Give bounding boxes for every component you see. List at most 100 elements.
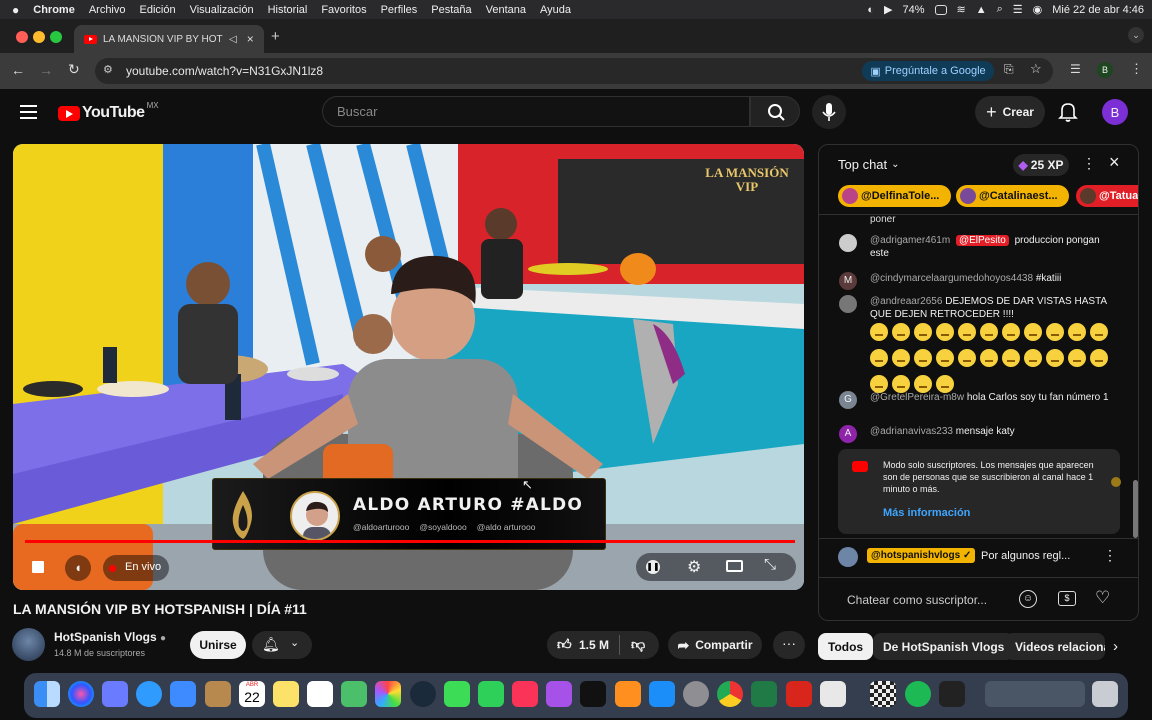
menu-ayuda[interactable]: Ayuda: [540, 4, 571, 16]
calendar-icon[interactable]: ABR 22: [239, 681, 265, 707]
chat-author[interactable]: @GretelPereira-m8w: [870, 392, 964, 403]
browser-menu-icon[interactable]: ⋮: [1130, 61, 1143, 77]
airplay-icon[interactable]: ▲: [976, 4, 987, 16]
youtube-logo[interactable]: YouTube MX: [58, 101, 159, 122]
live-progress-bar[interactable]: [25, 540, 795, 543]
safari-icon[interactable]: [136, 681, 162, 707]
pinned-user-chip[interactable]: @Tatua: [1076, 185, 1138, 207]
window-zoom-button[interactable]: [50, 31, 62, 43]
chess-icon[interactable]: [870, 681, 896, 707]
tab-search-icon[interactable]: ⌄: [1128, 27, 1144, 43]
forward-icon[interactable]: →: [39, 62, 53, 78]
piano-app-icon[interactable]: [939, 681, 965, 707]
maps-icon[interactable]: [341, 681, 367, 707]
chat-mode-dropdown[interactable]: Top chat ⌄: [838, 157, 900, 172]
create-button[interactable]: + Crear: [975, 96, 1045, 128]
chat-author[interactable]: @cindymarcelaargumedohoyos4438: [870, 273, 1033, 284]
menu-favoritos[interactable]: Favoritos: [321, 4, 366, 16]
siri-icon[interactable]: ◉: [1033, 3, 1043, 16]
xp-badge[interactable]: ◆ 25 XP: [1013, 154, 1069, 176]
window-minimize-button[interactable]: [33, 31, 45, 43]
chat-input[interactable]: Chatear como suscriptor...: [847, 593, 987, 607]
screen-recorder-icon[interactable]: [410, 681, 436, 707]
pinned-user-chip[interactable]: @DelfinaTole...: [838, 185, 951, 207]
books-icon[interactable]: [615, 681, 641, 707]
reminders-icon[interactable]: [307, 681, 333, 707]
chat-options-icon[interactable]: ⋮: [1082, 155, 1096, 172]
chip-channel[interactable]: De HotSpanish Vlogs: [873, 633, 1015, 660]
preview-icon[interactable]: [820, 681, 846, 707]
search-input[interactable]: Buscar: [322, 96, 750, 127]
chat-mention[interactable]: @ElPesito: [955, 235, 1009, 246]
creative-cloud-icon[interactable]: ◐: [867, 4, 874, 16]
search-button[interactable]: [750, 96, 800, 127]
new-tab-icon[interactable]: +: [271, 28, 280, 45]
dock-recent-windows[interactable]: [985, 681, 1085, 707]
photos-icon[interactable]: [375, 681, 401, 707]
pinned-message[interactable]: @hotspanishvlogs ✓ Por algunos regl... ⋮: [819, 538, 1138, 576]
menu-app-name[interactable]: Chrome: [33, 4, 75, 16]
fullscreen-icon[interactable]: ⤡: [764, 556, 776, 573]
menubar-clock[interactable]: Mié 22 de abr 4:46: [1052, 4, 1144, 16]
excel-icon[interactable]: [751, 681, 777, 707]
stop-icon[interactable]: [32, 561, 44, 573]
autoplay-toggle-icon[interactable]: ❚❚: [646, 560, 660, 574]
menu-edicion[interactable]: Edición: [140, 4, 176, 16]
menu-visualizacion[interactable]: Visualización: [190, 4, 254, 16]
mail-icon[interactable]: [170, 681, 196, 707]
apple-tv-icon[interactable]: [580, 681, 606, 707]
wifi-icon[interactable]: ≋: [957, 3, 966, 16]
chat-author[interactable]: @andreaar2656: [870, 296, 942, 307]
acrobat-icon[interactable]: [786, 681, 812, 707]
notifications-bell-icon[interactable]: [1058, 101, 1078, 123]
theater-mode-icon[interactable]: [726, 560, 743, 572]
chat-author[interactable]: @adrigamer461m: [870, 235, 950, 246]
finder-icon[interactable]: [34, 681, 60, 707]
pinned-options-icon[interactable]: ⋮: [1103, 547, 1117, 564]
chat-scrollbar[interactable]: [1133, 480, 1138, 538]
tab-close-icon[interactable]: ×: [247, 32, 254, 46]
chat-close-icon[interactable]: ×: [1109, 152, 1120, 173]
menu-ventana[interactable]: Ventana: [486, 4, 526, 16]
pinned-author-chip[interactable]: @hotspanishvlogs ✓: [867, 548, 976, 563]
super-chat-icon[interactable]: $: [1058, 591, 1076, 606]
account-avatar[interactable]: B: [1102, 99, 1128, 125]
battery-icon[interactable]: [934, 4, 947, 15]
app-store-icon[interactable]: [649, 681, 675, 707]
trash-icon[interactable]: [1092, 681, 1118, 707]
voice-search-button[interactable]: [812, 95, 846, 129]
bookmark-star-icon[interactable]: ☆: [1030, 61, 1042, 77]
back-icon[interactable]: ←: [11, 62, 25, 78]
window-close-button[interactable]: [16, 31, 28, 43]
install-app-icon[interactable]: ⎘: [1004, 62, 1014, 77]
chip-todos[interactable]: Todos: [818, 633, 874, 660]
notes-icon[interactable]: [273, 681, 299, 707]
chevron-right-icon[interactable]: ›: [1113, 638, 1118, 655]
more-info-link[interactable]: Más información: [883, 507, 970, 519]
pinned-user-chip[interactable]: @Catalinaest...: [956, 185, 1069, 207]
join-button[interactable]: Unirse: [190, 631, 246, 659]
guide-menu-icon[interactable]: [20, 105, 37, 123]
like-button[interactable]: 👍︎: [557, 636, 572, 653]
menu-perfiles[interactable]: Perfiles: [381, 4, 418, 16]
contacts-icon[interactable]: [205, 681, 231, 707]
menu-archivo[interactable]: Archivo: [89, 4, 126, 16]
dislike-button[interactable]: 👎︎: [631, 636, 645, 653]
more-actions-button[interactable]: ···: [773, 631, 805, 659]
browser-tab-active[interactable]: LA MANSIÓN VIP BY HOT ◁ ×: [74, 25, 264, 53]
spotify-icon[interactable]: [905, 681, 931, 707]
messages-icon[interactable]: [444, 681, 470, 707]
volume-icon[interactable]: ◖: [65, 555, 91, 581]
siri-icon[interactable]: [68, 681, 94, 707]
chip-related[interactable]: Videos relaciona: [1005, 633, 1105, 660]
music-icon[interactable]: [512, 681, 538, 707]
subscription-bell-button[interactable]: 🔔︎ ⌄: [252, 631, 312, 659]
launchpad-icon[interactable]: [102, 681, 128, 707]
chrome-icon[interactable]: [717, 681, 743, 707]
settings-gear-icon[interactable]: ⚙: [687, 557, 701, 577]
share-button[interactable]: ➦ Compartir: [668, 631, 762, 659]
url-text[interactable]: youtube.com/watch?v=N31GxJN1lz8: [126, 64, 323, 78]
apple-icon[interactable]: ●: [12, 3, 19, 17]
site-info-icon[interactable]: ⚙: [103, 63, 113, 76]
menu-historial[interactable]: Historial: [268, 4, 308, 16]
